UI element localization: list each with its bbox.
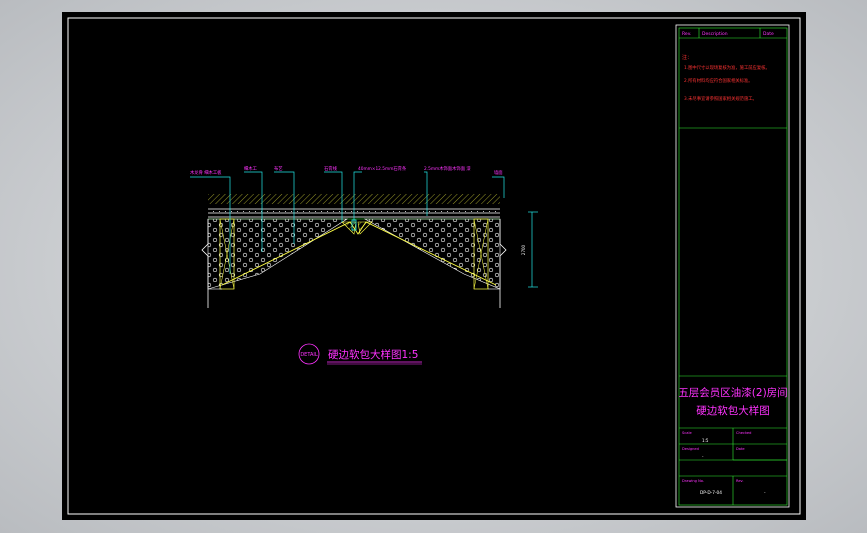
drawing-canvas: Rev. Description Date 注： 1.图中尺寸以现场复核为准，施… [67, 17, 801, 515]
dimension-text: 2700 [521, 244, 526, 255]
section-detail: 2700 [201, 194, 538, 308]
detail-caption-text: 硬边软包大样图1:5 [328, 348, 418, 361]
detail-caption: DETAIL 硬边软包大样图1:5 [298, 343, 422, 365]
note-1: 1.图中尺寸以现场复核为准，施工前应复核。 [684, 64, 770, 71]
label-veneer: 2.5mm木饰面木饰面 漆 [424, 165, 471, 172]
note-3: 3.未尽事宜请参照国家相关规范施工。 [684, 95, 757, 102]
drawing-sheet: Rev. Description Date 注： 1.图中尺寸以现场复核为准，施… [62, 12, 806, 520]
field-rev-value: - [764, 491, 766, 496]
label-wall: 墙面 [494, 169, 503, 176]
note-2: 2.所有材料均应符合国家相关标准。 [684, 77, 753, 84]
project-name: 五层会员区油漆(2)房间 [678, 386, 787, 399]
detail-tag: DETAIL [300, 352, 318, 358]
label-gypsum-strip: 40mm×12.5mm石膏条 [358, 165, 407, 172]
header-description: Description [702, 31, 728, 37]
field-scale-value: 1:5 [702, 438, 709, 443]
label-fabric: 布艺 [274, 165, 283, 172]
drawing-name: 硬边软包大样图 [696, 404, 770, 417]
field-scale-label: Scale [682, 431, 692, 435]
label-gypsum-line: 石膏线 [324, 165, 338, 172]
field-rev-label: Rev. [736, 479, 744, 483]
label-joinery: 细木工 [244, 165, 258, 172]
field-checked-label: Checked [736, 431, 751, 435]
label-wood-keel: 木龙骨 细木工板 [190, 169, 222, 176]
title-block: Rev. Description Date 注： 1.图中尺寸以现场复核为准，施… [675, 24, 790, 508]
header-date: Date [763, 31, 774, 37]
field-designed-value: - [702, 454, 704, 459]
field-drawing-no-label: Drawing No. [682, 479, 704, 483]
field-date-label: Date [736, 447, 745, 451]
field-drawing-no-value: DP-D-7-04 [700, 490, 722, 496]
notes-title: 注： [682, 54, 692, 61]
field-designed-label: Designed [682, 447, 699, 451]
sheet-border [67, 17, 801, 515]
header-rev: Rev. [682, 31, 691, 37]
